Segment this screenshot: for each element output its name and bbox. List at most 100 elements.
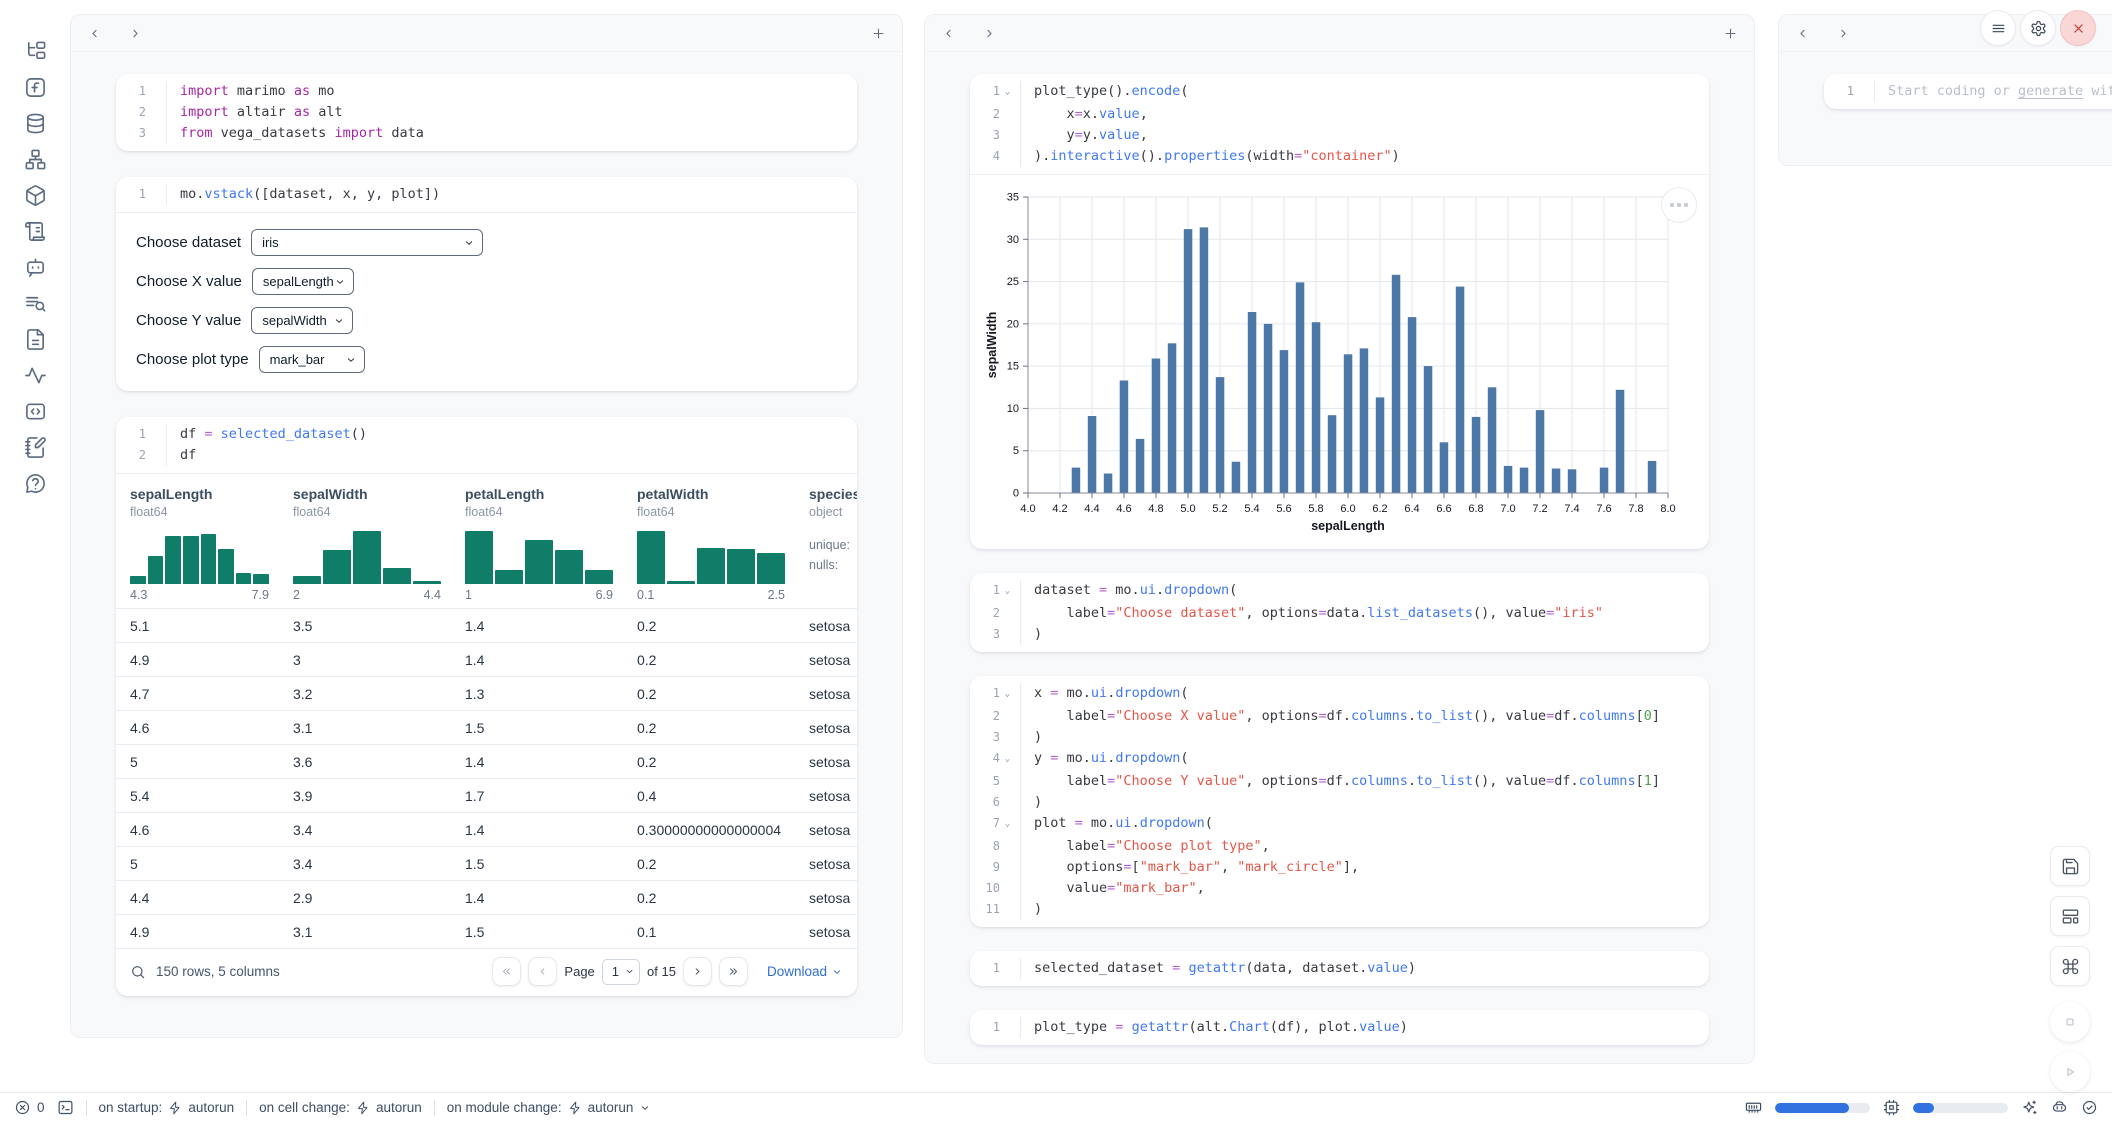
column-header[interactable]: sepalWidthfloat6424.4 [293, 486, 465, 602]
histogram-min: 4.3 [130, 588, 147, 602]
check-circle-icon[interactable] [2081, 1099, 2098, 1116]
workflow-icon[interactable] [24, 148, 47, 171]
run-button[interactable] [2050, 1052, 2090, 1092]
table-row[interactable]: 4.93.11.50.1setosa [116, 914, 857, 948]
column-left-button[interactable] [941, 26, 956, 41]
help-circle-icon[interactable] [24, 472, 47, 495]
chart-bar [1232, 462, 1241, 493]
line-number: 1 [970, 1017, 1000, 1038]
column-right-button[interactable] [1836, 26, 1851, 41]
table-row[interactable]: 5.13.51.40.2setosa [116, 608, 857, 642]
code-text: import marimo as mo [166, 81, 334, 102]
stop-button[interactable] [2050, 1002, 2090, 1042]
terminal-button[interactable] [57, 1099, 74, 1116]
code-editor[interactable]: 1mo.vstack([dataset, x, y, plot]) [116, 177, 857, 212]
table-row[interactable]: 53.61.40.2setosa [116, 744, 857, 778]
shutdown-button[interactable] [2060, 10, 2096, 46]
code-box-icon[interactable] [24, 400, 47, 423]
activity-icon[interactable] [24, 364, 47, 387]
column-dtype: object [809, 505, 833, 519]
next-page-button[interactable] [683, 957, 712, 986]
table-row[interactable]: 4.63.11.50.2setosa [116, 710, 857, 744]
column-header[interactable]: petalLengthfloat6416.9 [465, 486, 637, 602]
error-count[interactable]: 0 [14, 1099, 45, 1116]
last-page-button[interactable] [719, 957, 748, 986]
code-editor[interactable]: 1⌄x = mo.ui.dropdown(2 label="Choose X v… [970, 676, 1709, 927]
code-editor-placeholder[interactable]: 1Start coding or generate with [1824, 74, 2112, 109]
column-header[interactable]: sepalLengthfloat644.37.9 [130, 486, 293, 602]
code-text: import altair as alt [166, 102, 343, 123]
altair-chart[interactable]: 4.04.24.44.64.85.05.25.45.65.86.06.26.46… [984, 187, 1684, 539]
svg-text:4.6: 4.6 [1116, 503, 1131, 515]
code-editor[interactable]: 1⌄dataset = mo.ui.dropdown(2 label="Choo… [970, 573, 1709, 652]
sparkles-icon[interactable] [2021, 1099, 2038, 1116]
column-left-button[interactable] [87, 26, 102, 41]
file-text-icon[interactable] [24, 328, 47, 351]
dataset-select[interactable]: iris [251, 229, 483, 256]
y-value-select[interactable]: sepalWidth [251, 307, 353, 334]
run-mode-button[interactable]: on startup:autorun [99, 1100, 235, 1115]
search-icon[interactable] [130, 964, 146, 980]
column-header[interactable]: petalWidthfloat640.12.5 [637, 486, 809, 602]
code-editor[interactable]: 1⌄plot_type().encode(2 x=x.value,3 y=y.v… [970, 74, 1709, 174]
plot-type-select[interactable]: mark_bar [259, 346, 365, 373]
column-left-button[interactable] [1795, 26, 1810, 41]
chart-actions-button[interactable] [1661, 187, 1697, 223]
run-mode-button[interactable]: on module change:autorun [447, 1100, 652, 1115]
column-right-button[interactable] [128, 26, 143, 41]
svg-text:5.2: 5.2 [1212, 503, 1227, 515]
line-number: 4 [970, 146, 1000, 167]
fold-spacer [1000, 792, 1015, 813]
copilot-icon[interactable] [2051, 1099, 2068, 1116]
first-page-button[interactable] [492, 957, 521, 986]
prev-page-button[interactable] [528, 957, 557, 986]
fold-spacer [1000, 857, 1015, 878]
table-cell: 0.2 [637, 856, 809, 872]
fold-spacer [1854, 81, 1869, 102]
database-icon[interactable] [24, 112, 47, 135]
scroll-text-icon[interactable] [24, 220, 47, 243]
fold-spacer [1000, 836, 1015, 857]
column-right-button[interactable] [982, 26, 997, 41]
table-row[interactable]: 4.931.40.2setosa [116, 642, 857, 676]
fold-spacer [146, 81, 161, 102]
histogram-bar [293, 576, 321, 584]
package-icon[interactable] [24, 184, 47, 207]
code-editor[interactable]: 1selected_dataset = getattr(data, datase… [970, 951, 1709, 986]
code-text: mo.vstack([dataset, x, y, plot]) [166, 184, 440, 205]
table-cell: 0.4 [637, 788, 809, 804]
column-header[interactable]: speciesobjectunique:nulls: [809, 486, 857, 602]
command-palette-button[interactable] [2050, 946, 2090, 986]
histogram-range: 24.4 [293, 588, 441, 602]
add-cell-button[interactable] [1723, 26, 1738, 41]
x-value-select[interactable]: sepalLength [252, 268, 354, 295]
download-button[interactable]: Download [767, 964, 843, 979]
svg-text:6.4: 6.4 [1404, 503, 1419, 515]
layout-button[interactable] [2050, 896, 2090, 936]
page-select[interactable]: 1 [602, 959, 640, 985]
code-line: 2import altair as alt [116, 102, 857, 123]
add-cell-button[interactable] [871, 26, 886, 41]
code-editor[interactable]: 1plot_type = getattr(alt.Chart(df), plot… [970, 1010, 1709, 1045]
chart-bar [1408, 317, 1417, 493]
menu-button[interactable] [1980, 10, 2016, 46]
table-row[interactable]: 4.63.41.40.30000000000000004setosa [116, 812, 857, 846]
table-row[interactable]: 5.43.91.70.4setosa [116, 778, 857, 812]
settings-button[interactable] [2020, 10, 2056, 46]
save-button[interactable] [2050, 846, 2090, 886]
svg-text:4.4: 4.4 [1084, 503, 1099, 515]
list-search-icon[interactable] [24, 292, 47, 315]
function-square-icon[interactable] [24, 76, 47, 99]
table-row[interactable]: 53.41.50.2setosa [116, 846, 857, 880]
run-mode-button[interactable]: on cell change:autorun [259, 1100, 422, 1115]
table-row[interactable]: 4.73.21.30.2setosa [116, 676, 857, 710]
code-editor[interactable]: 1import marimo as mo2import altair as al… [116, 74, 857, 151]
column-histogram [465, 528, 613, 584]
notebook-pen-icon[interactable] [24, 436, 47, 459]
histogram-range: 4.37.9 [130, 588, 269, 602]
table-row[interactable]: 4.42.91.40.2setosa [116, 880, 857, 914]
bot-message-icon[interactable] [24, 256, 47, 279]
code-editor[interactable]: 1df = selected_dataset()2df [116, 417, 857, 473]
file-tree-icon[interactable] [24, 40, 47, 63]
code-line: 2 x=x.value, [970, 104, 1709, 125]
